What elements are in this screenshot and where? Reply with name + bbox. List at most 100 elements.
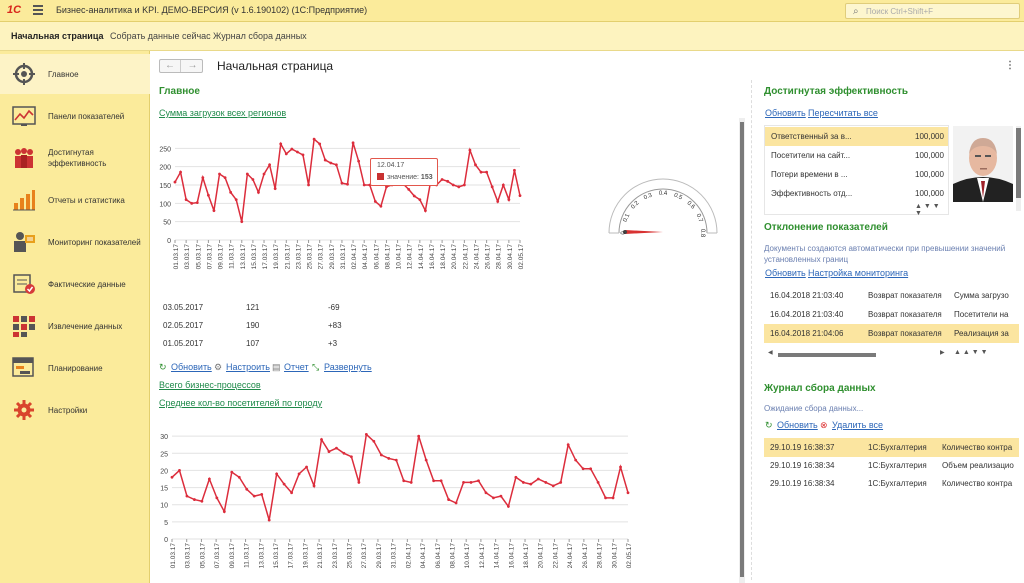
table-row[interactable]: 29.10.19 16:38:34 1С:Бухгалтерия Объем р… [764,456,1019,475]
sidebar-item-main[interactable]: Главное [0,54,150,94]
sidebar-item-efficiency[interactable]: Достигнутая эффективность [0,138,150,178]
deviation-hscroll-thumb[interactable] [778,353,876,357]
sidebar-item-monitoring[interactable]: Мониторинг показателей [0,222,150,262]
table-scroll-arrows[interactable]: ▲ ▲ ▼ ▼ [954,349,988,356]
data-point [551,484,555,488]
table-row[interactable]: 16.04.2018 21:03:40 Возврат показателя С… [764,286,1019,305]
data-point [201,176,205,180]
deviation-refresh-link[interactable]: Обновить [765,268,806,278]
efficiency-scrollbar[interactable] [1016,126,1021,211]
data-point [462,481,465,484]
sidebar-item-actual-data[interactable]: Фактические данные [0,264,150,304]
sidebar-item-reports[interactable]: Отчеты и статистика [0,180,150,220]
journal-date: 29.10.19 16:38:34 [770,479,835,488]
tab-collect-now[interactable]: Собрать данные сейчас [110,31,211,41]
data-point [604,496,607,500]
table-row[interactable]: 29.10.19 16:38:37 1С:Бухгалтерия Количес… [764,438,1019,457]
back-arrow-icon[interactable]: ← [160,60,181,72]
x-tick-label: 22.04.17 [552,543,559,569]
table-row[interactable]: Посетители на сайт... 100,000 [765,146,948,165]
chart2-link[interactable]: Среднее кол-во посетителей по городу [159,398,322,408]
chart1-link[interactable]: Сумма загрузок всех регионов [159,108,286,118]
table-row[interactable]: Потери времени в ... 100,000 [765,165,948,184]
kpi-value: 100,000 [915,170,944,179]
more-icon[interactable]: ⋮ [1005,60,1015,71]
monitoring-settings-link[interactable]: Настройка мониторинга [808,268,908,278]
kpi-name: Посетители на сайт... [771,151,851,160]
data-point [409,481,413,484]
data-point [357,481,361,484]
x-tick-label: 11.03.17 [229,244,236,269]
x-tick-label: 21.03.17 [284,244,291,270]
journal-delete-all-link[interactable]: Удалить все [832,420,883,430]
data-point [267,518,271,522]
processes-link[interactable]: Всего бизнес-процессов [159,380,261,390]
data-check-icon [13,274,35,294]
y-tick-label: 20 [160,468,168,475]
efficiency-recalc-link[interactable]: Пересчитать все [808,108,878,118]
expand-link[interactable]: Развернуть [324,362,372,372]
section-title: Главное [159,86,200,97]
y-tick-label: 150 [159,183,171,190]
sidebar-item-settings[interactable]: Настройки [0,390,150,430]
data-point [379,453,383,457]
main-scrollbar[interactable] [739,118,745,583]
scroll-right-icon[interactable]: ▶ [940,349,945,356]
data-point [252,494,256,498]
crosshair-icon [13,63,35,85]
table-row[interactable]: 16.04.2018 21:03:40 Возврат показателя П… [764,305,1019,324]
report-link[interactable]: Отчет [284,362,309,372]
expand-icon: ⤡ [312,362,320,372]
table-row[interactable]: Ответственный за в... 100,000 [765,127,948,146]
sidebar-item-label: Главное [48,70,79,79]
data-point [284,152,288,156]
data-point [387,457,391,460]
delete-icon: ⊗ [820,420,828,430]
efficiency-refresh-link[interactable]: Обновить [765,108,806,118]
efficiency-scrollbar-thumb[interactable] [1016,128,1021,198]
scroll-left-icon[interactable]: ◀ [768,349,773,356]
data-point [477,479,480,483]
tab-home[interactable]: Начальная страница [11,31,104,41]
gear-icon [14,400,34,420]
tab-collect-journal[interactable]: Журнал сбора данных [213,31,307,41]
x-tick-label: 04.04.17 [362,244,369,270]
journal-refresh-link[interactable]: Обновить [777,420,818,430]
y-tick-label: 0 [167,238,171,245]
kpi-value: 100,000 [915,151,944,160]
deviation-title: Отклонение показателей [764,222,888,233]
data-point [619,465,622,469]
forward-arrow-icon[interactable]: → [182,60,203,72]
sidebar-item-planning[interactable]: Планирование [0,348,150,388]
main-scrollbar-thumb[interactable] [740,122,744,577]
configure-link[interactable]: Настроить [226,362,270,372]
table-row[interactable]: Эффективность отд... 100,000 [765,184,948,203]
data-point [362,183,366,187]
x-tick-label: 16.04.17 [429,244,436,270]
search-input[interactable]: ⌕ Поиск Ctrl+Shift+F [845,3,1020,19]
kpi-name: Потери времени в ... [771,170,848,179]
refresh-link[interactable]: Обновить [171,362,212,372]
deviation-type: Возврат показателя [868,291,942,300]
deviation-type: Возврат показателя [868,329,942,338]
y-tick-label: 250 [159,146,171,153]
sidebar-item-extraction[interactable]: Извлечение данных [0,306,150,346]
data-point [529,482,533,486]
x-tick-label: 14.04.17 [418,244,425,270]
sidebar-item-dashboards[interactable]: Панели показателей [0,96,150,136]
menu-icon[interactable] [33,5,43,15]
table-row: 02.05.2017 190 +83 [163,321,342,330]
data-point [596,481,600,484]
table-row[interactable]: 29.10.19 16:38:34 1С:Бухгалтерия Количес… [764,474,1019,493]
x-tick-label: 31.03.17 [340,244,347,270]
data-point [185,494,189,498]
table-scroll-arrows[interactable]: ▲ ▼ ▼ ▼ [915,203,948,217]
data-point [245,172,249,176]
deviation-hscroll[interactable]: ◀ ▶ [768,349,948,358]
data-point [184,198,188,202]
data-point [323,158,327,162]
table-row[interactable]: 16.04.2018 21:04:06 Возврат показателя Р… [764,324,1019,343]
x-tick-label: 02.05.17 [518,244,525,270]
data-point [206,193,210,197]
y-tick-label: 0 [164,537,168,544]
